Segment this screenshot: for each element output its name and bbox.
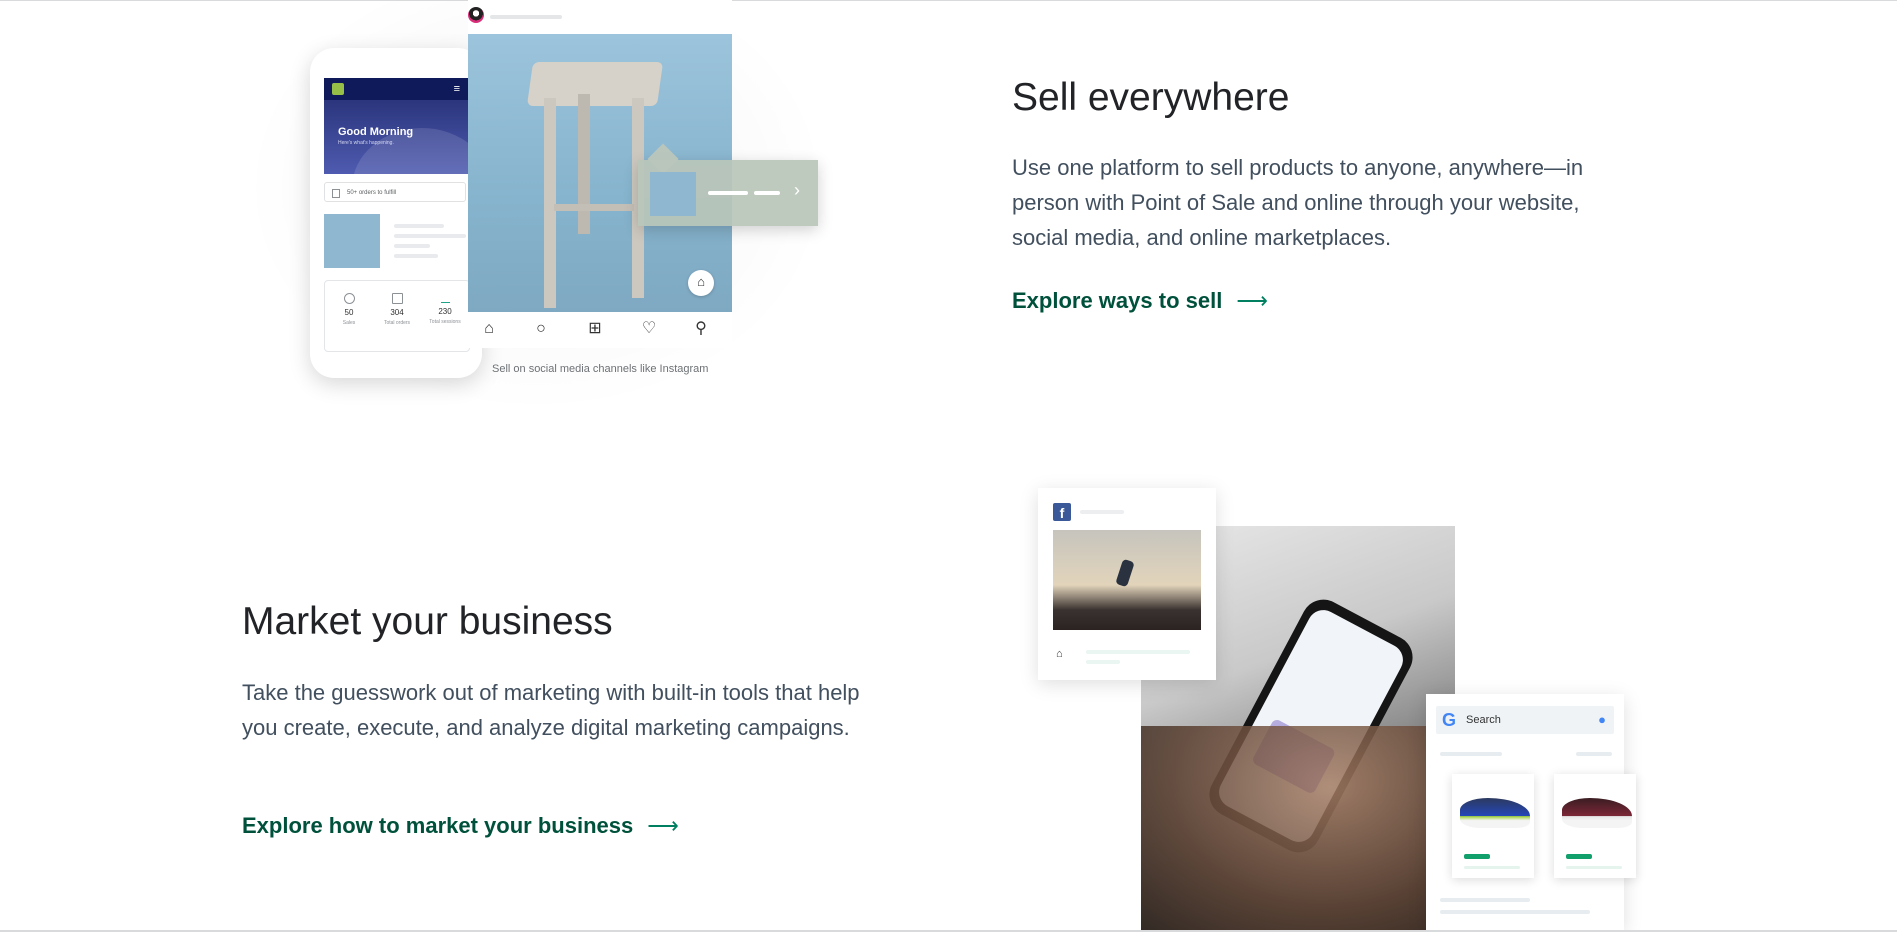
product-line (394, 224, 444, 228)
arrow-right-icon: ⟶ (1236, 288, 1268, 313)
shopping-bag-icon: ⌂ (1056, 648, 1063, 660)
product-line (394, 254, 438, 258)
stat-total-sessions: 230 Total sessions (421, 293, 469, 325)
stat-label: Total orders (383, 320, 411, 326)
stat-value: 230 (438, 307, 452, 316)
google-shopping-card: G Search ● (1426, 694, 1636, 930)
google-result-line (1440, 910, 1590, 914)
product-tag-thumbnail (650, 172, 696, 216)
sell-everywhere-heading: Sell everywhere (1012, 76, 1290, 119)
phone-header: ≡ Good Morning Here's what's happening. (324, 78, 468, 174)
orders-icon (332, 189, 340, 198)
product-tag-line (708, 191, 748, 195)
shoe-product-card[interactable] (1452, 774, 1534, 878)
product-tag-line (754, 191, 780, 195)
instagram-avatar (468, 7, 484, 23)
home-icon[interactable]: ⌂ (478, 318, 500, 340)
greeting-subtitle: Here's what's happening. (338, 140, 394, 146)
hands (1141, 726, 1455, 930)
instagram-bottom-nav: ⌂ ○ ⊞ ♡ ⚲ (468, 312, 732, 348)
sell-everywhere-description: Use one platform to sell products to any… (1012, 155, 1584, 250)
mic-icon: ● (1598, 712, 1606, 727)
market-your-business-heading: Market your business (242, 600, 613, 643)
facebook-text-line (1086, 660, 1120, 664)
heart-icon[interactable]: ♡ (638, 318, 660, 340)
arrow-right-icon: ⟶ (647, 813, 679, 838)
shopping-bag-icon[interactable]: ⌂ (688, 270, 714, 296)
runner-photo (1053, 530, 1201, 630)
orders-text: 50+ orders to fulfill (347, 190, 397, 196)
stool-leg (544, 98, 556, 308)
google-result-line (1440, 898, 1530, 902)
explore-ways-to-sell-link[interactable]: Explore ways to sell ⟶ (1012, 288, 1268, 314)
shoe-price-bar (1566, 854, 1592, 859)
phone-topbar: ≡ (324, 78, 468, 100)
shoe-title-line (1566, 866, 1622, 869)
dollar-icon (343, 293, 355, 304)
market-your-business-description: Take the guesswork out of marketing with… (242, 680, 860, 740)
google-search-bar[interactable]: G Search ● (1436, 706, 1614, 734)
stat-sales: 50 Sales (325, 293, 373, 326)
google-search-placeholder: Search (1466, 714, 1501, 726)
explore-how-to-market-link[interactable]: Explore how to market your business ⟶ (242, 813, 679, 839)
sparkline-icon (440, 293, 450, 303)
menu-icon: ≡ (453, 83, 460, 95)
google-result-line (1440, 752, 1502, 756)
stat-label: Sales (342, 320, 356, 326)
stat-value: 304 (390, 308, 404, 317)
google-icon: G (1442, 710, 1457, 730)
shoe-product-card[interactable] (1554, 774, 1636, 878)
instagram-username-placeholder (490, 15, 562, 19)
facebook-ad-card: f ⌂ (1038, 488, 1216, 680)
illustration-caption: Sell on social media channels like Insta… (492, 363, 709, 375)
search-icon[interactable]: ○ (530, 318, 552, 340)
chevron-right-icon: › (794, 180, 800, 200)
runner-figure (1115, 558, 1135, 588)
shoe-price-bar (1464, 854, 1490, 859)
link-label: Explore how to market your business (242, 813, 634, 838)
facebook-name-placeholder (1080, 510, 1124, 514)
product-tag-card[interactable]: › (638, 143, 818, 226)
stat-label: Total sessions (429, 319, 461, 325)
add-icon[interactable]: ⊞ (584, 318, 606, 340)
link-label: Explore ways to sell (1012, 288, 1223, 313)
product-line (394, 244, 430, 248)
greeting: Good Morning (338, 126, 414, 138)
blue-shoe (1460, 798, 1530, 828)
stool-leg (578, 94, 590, 234)
stat-value: 50 (344, 308, 354, 317)
stat-total-orders: 304 Total orders (373, 293, 421, 326)
google-result-line (1576, 752, 1612, 756)
shoe-title-line (1464, 866, 1520, 869)
orders-to-fulfill: 50+ orders to fulfill (324, 182, 466, 202)
facebook-text-line (1086, 650, 1190, 654)
product-thumbnail (324, 214, 380, 268)
stats-panel: 50 Sales 304 Total orders 230 Total sess… (324, 280, 470, 352)
stool-rung (554, 204, 634, 211)
shopify-app-phone: ≡ Good Morning Here's what's happening. … (310, 48, 482, 378)
shopify-logo-icon (332, 83, 344, 95)
facebook-icon: f (1053, 503, 1071, 521)
orders-box-icon (391, 293, 403, 304)
burgundy-shoe (1562, 798, 1632, 828)
product-line (394, 234, 466, 238)
sell-illustration: ≡ Good Morning Here's what's happening. … (242, 0, 832, 415)
profile-icon[interactable]: ⚲ (690, 318, 712, 340)
